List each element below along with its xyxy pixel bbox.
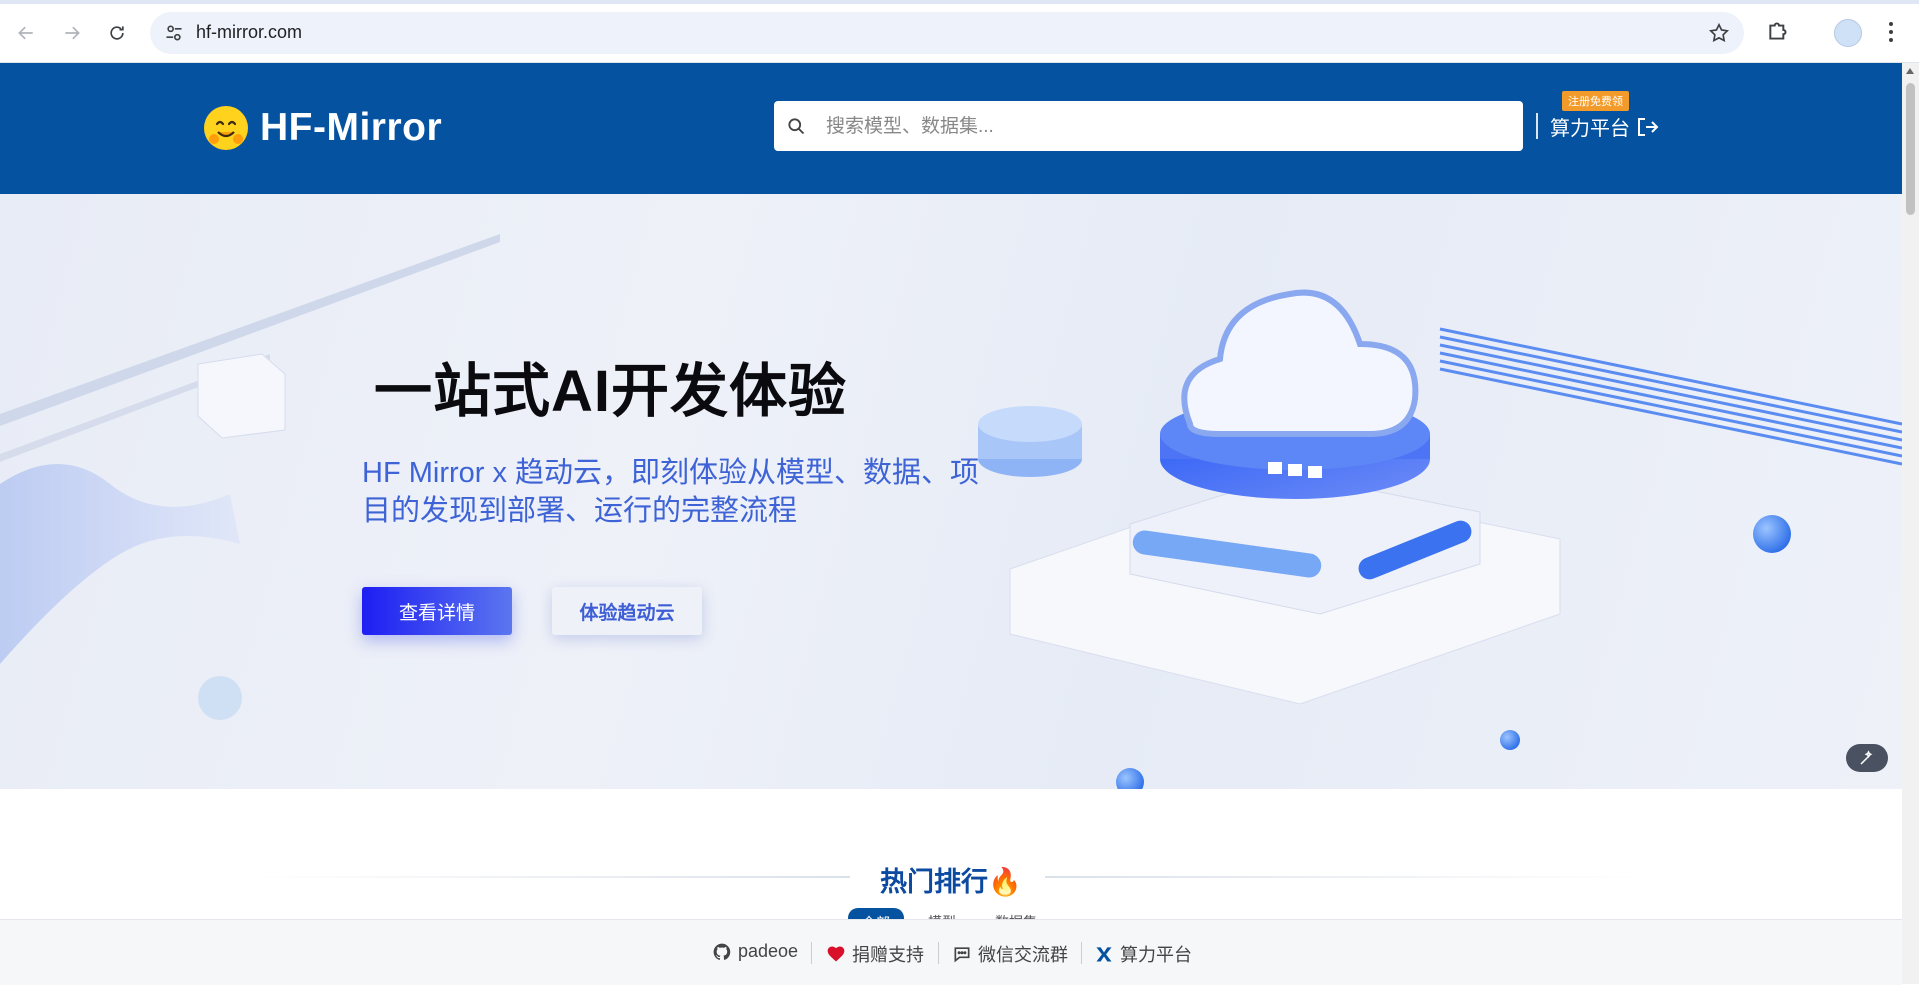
view-details-button[interactable]: 查看详情 [362,587,512,635]
footer-separator [1081,942,1082,964]
search-input[interactable] [824,101,1508,153]
reload-icon [110,26,124,40]
kebab-menu-icon[interactable] [1886,20,1896,44]
address-bar[interactable]: hf-mirror.com [150,12,1744,54]
profile-avatar[interactable] [1834,19,1862,47]
page-scrollbar[interactable] [1902,63,1919,984]
tune-icon[interactable] [164,23,184,43]
ranking-divider-left [250,876,850,878]
reload-button[interactable] [100,16,134,50]
brand-logo[interactable]: HF-Mirror [204,106,442,150]
ranking-section [0,789,1902,919]
star-icon[interactable] [1708,22,1730,44]
try-virtaicloud-button[interactable]: 体验趋动云 [552,587,702,635]
heart-icon [827,946,845,962]
url-text[interactable]: hf-mirror.com [196,22,302,43]
footer-donate-link[interactable]: 捐赠支持 [826,941,924,967]
footer-github-label[interactable]: padeoe [738,941,798,962]
footer-separator [811,942,812,964]
footer-github-link[interactable]: padeoe [712,941,798,962]
puzzle-icon[interactable] [1766,18,1792,44]
arrow-right-icon [65,26,80,40]
promo-badge: 注册免费领 [1562,91,1629,111]
footer-separator [938,942,939,964]
compute-platform-label[interactable]: 算力平台 [1550,112,1630,141]
footer-compute-link[interactable]: 算力平台 [1094,941,1192,967]
hero-subtitle: HF Mirror x 趋动云，即刻体验从模型、数据、项目的发现到部署、运行的完… [362,457,980,527]
scroll-up-arrow[interactable] [1906,68,1914,74]
forward-button[interactable] [55,16,89,50]
hero-banner: 一站式AI开发体验 HF Mirror x 趋动云，即刻体验从模型、数据、项目的… [0,194,1902,789]
tab-strip [0,0,1919,4]
magic-wand-button[interactable] [1846,744,1888,772]
browser-toolbar: hf-mirror.com [0,0,1919,63]
compute-platform-link[interactable]: 算力平台 [1550,112,1660,141]
ranking-title: 热门排行🔥 [880,867,1022,897]
scroll-thumb[interactable] [1906,83,1915,215]
footer-donate-label[interactable]: 捐赠支持 [852,941,924,967]
chat-icon [954,947,970,963]
sign-in-icon [1638,117,1659,136]
footer-compute-label[interactable]: 算力平台 [1120,941,1192,967]
search-box[interactable] [774,101,1523,153]
footer-wechat-link[interactable]: 微信交流群 [952,941,1068,967]
header-divider [1536,113,1538,139]
ranking-divider-right [1045,876,1645,878]
footer-bar: padeoe 捐赠支持 微信交流群 算力平台 [0,919,1902,985]
github-icon [713,943,731,960]
hugging-face-emoji-icon [204,106,248,150]
footer-wechat-label[interactable]: 微信交流群 [978,941,1068,967]
back-button[interactable] [9,16,43,50]
search-icon [788,118,805,135]
hero-title: 一站式AI开发体验 [374,359,848,424]
arrow-left-icon [18,26,33,40]
brand-name[interactable]: HF-Mirror [260,106,442,150]
x-logo-icon [1096,947,1112,962]
magic-wand-icon [1860,750,1873,765]
